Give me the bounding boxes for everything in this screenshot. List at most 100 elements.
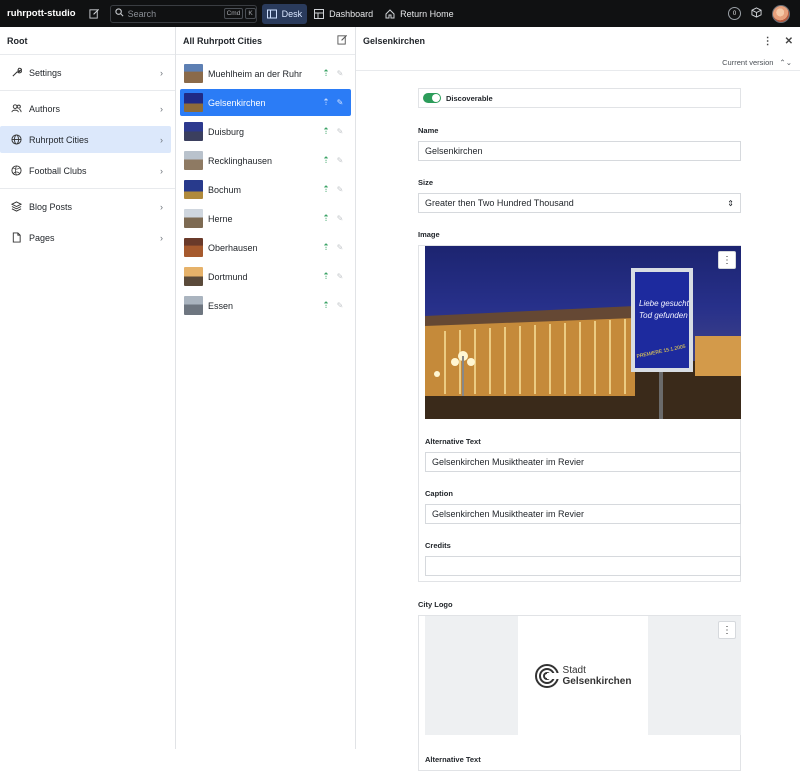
compose-icon[interactable]	[88, 7, 102, 21]
nav-dashboard-button[interactable]: Dashboard	[309, 4, 378, 24]
discoverable-label: Discoverable	[446, 93, 493, 103]
list-item[interactable]: Duisburg ⇡ ✎	[180, 118, 351, 145]
caption-input[interactable]: Gelsenkirchen Musiktheater im Revier	[425, 504, 741, 524]
city-name: Essen	[208, 300, 234, 311]
document-header: Gelsenkirchen ⋮ ✕	[356, 27, 800, 55]
package-icon[interactable]	[751, 7, 762, 20]
city-name: Duisburg	[208, 126, 245, 137]
stack-icon	[10, 201, 22, 213]
search-box[interactable]: Cmd K	[109, 4, 257, 23]
menu-item-football-clubs[interactable]: Football Clubs ›	[0, 157, 171, 184]
create-document-icon[interactable]	[337, 34, 348, 47]
city-thumbnail	[184, 238, 203, 257]
document-form: Discoverable Name Gelsenkirchen Size Gre…	[418, 88, 741, 771]
name-input[interactable]: Gelsenkirchen	[418, 141, 741, 161]
credits-input[interactable]	[425, 556, 741, 576]
city-thumbnail	[184, 93, 203, 112]
list-item[interactable]: Recklinghausen ⇡ ✎	[180, 147, 351, 174]
image-menu-button[interactable]: ⋮	[718, 251, 736, 269]
top-bar: ruhrpott-studio Cmd K Desk Dashboard Ret…	[0, 0, 800, 27]
nav-return-home-button[interactable]: Return Home	[380, 4, 459, 24]
menu-item-authors[interactable]: Authors ›	[0, 95, 171, 122]
pencil-icon: ✎	[336, 214, 344, 223]
city-logo-label: City Logo	[418, 600, 453, 609]
logo-text-line1: Stadt	[562, 664, 586, 676]
list-item[interactable]: Oberhausen ⇡ ✎	[180, 234, 351, 261]
list-item[interactable]: Essen ⇡ ✎	[180, 292, 351, 319]
city-name: Gelsenkirchen	[208, 97, 266, 108]
city-thumbnail	[184, 296, 203, 315]
chevron-right-icon: ›	[160, 165, 163, 176]
menu-item-ruhrpott-cities[interactable]: Ruhrpott Cities ›	[0, 126, 171, 153]
version-selector[interactable]: Current version ⌃⌄	[356, 55, 800, 71]
list-item[interactable]: Gelsenkirchen ⇡ ✎	[180, 89, 351, 116]
caption-label: Caption	[425, 489, 453, 498]
globe-icon	[10, 134, 22, 146]
published-icon: ⇡	[322, 213, 330, 223]
menu-item-settings-label: Settings	[29, 67, 62, 78]
logo-menu-button[interactable]: ⋮	[718, 621, 736, 639]
close-icon[interactable]: ✕	[785, 36, 793, 47]
nav-desk-button[interactable]: Desk	[261, 3, 308, 24]
shortcut-hint: Cmd K	[223, 8, 256, 19]
list-item[interactable]: Bochum ⇡ ✎	[180, 176, 351, 203]
city-name: Dortmund	[208, 271, 248, 282]
user-avatar[interactable]	[772, 4, 790, 23]
version-label: Current version	[722, 58, 774, 67]
chevron-right-icon: ›	[160, 103, 163, 114]
size-label: Size	[418, 178, 434, 187]
discoverable-field[interactable]: Discoverable	[418, 88, 741, 108]
menu-item-football-clubs-label: Football Clubs	[29, 165, 87, 176]
root-pane-title: Root	[0, 27, 175, 55]
cities-list-pane: All Ruhrpott Cities Muehlheim an der Ruh…	[176, 27, 356, 749]
chevron-right-icon: ›	[160, 232, 163, 243]
search-input[interactable]	[127, 8, 224, 19]
logo-alt-label: Alternative Text	[425, 755, 481, 764]
list-item[interactable]: Herne ⇡ ✎	[180, 205, 351, 232]
name-label: Name	[418, 126, 439, 135]
image-label: Image	[418, 230, 440, 239]
list-item[interactable]: Muehlheim an der Ruhr ⇡ ✎	[180, 60, 351, 87]
pencil-icon: ✎	[336, 243, 344, 252]
desk-icon	[266, 9, 277, 18]
published-icon: ⇡	[322, 271, 330, 281]
menu-item-blog-posts[interactable]: Blog Posts ›	[0, 193, 171, 220]
poster-text-line1: Liebe gesucht	[639, 299, 690, 308]
discoverable-toggle[interactable]	[423, 93, 441, 103]
city-image[interactable]: Liebe gesucht Tod gefunden PREMIERE 15.1…	[425, 246, 741, 419]
list-pane-header: All Ruhrpott Cities	[176, 27, 355, 55]
published-icon: ⇡	[322, 242, 330, 252]
nav-return-home-label: Return Home	[400, 8, 454, 19]
city-logo-image[interactable]: Stadt Gelsenkirchen ⋮	[425, 616, 741, 735]
menu-divider	[0, 188, 175, 189]
published-icon: ⇡	[322, 68, 330, 78]
menu-item-settings[interactable]: Settings ›	[0, 59, 171, 86]
city-thumbnail	[184, 209, 203, 228]
notification-badge[interactable]: 0	[728, 7, 741, 20]
updown-chevron-icon: ⌃⌄	[779, 58, 792, 67]
chevron-right-icon: ›	[160, 67, 163, 78]
document-icon	[10, 232, 22, 244]
city-name: Oberhausen	[208, 242, 258, 253]
list-item[interactable]: Dortmund ⇡ ✎	[180, 263, 351, 290]
menu-item-pages[interactable]: Pages ›	[0, 224, 171, 251]
city-thumbnail	[184, 151, 203, 170]
published-icon: ⇡	[322, 126, 330, 136]
size-select[interactable]: Greater then Two Hundred Thousand ⇕	[418, 193, 741, 213]
city-thumbnail	[184, 180, 203, 199]
document-pane: Gelsenkirchen ⋮ ✕ Current version ⌃⌄ Dis…	[356, 27, 800, 771]
city-name: Recklinghausen	[208, 155, 273, 166]
chevron-right-icon: ›	[160, 201, 163, 212]
pencil-icon: ✎	[336, 127, 344, 136]
dashboard-icon	[314, 8, 325, 19]
shortcut-key-k: K	[245, 8, 256, 19]
more-options-icon[interactable]: ⋮	[763, 36, 773, 47]
menu-item-blog-posts-label: Blog Posts	[29, 201, 73, 212]
studio-name[interactable]: ruhrpott-studio	[7, 8, 76, 19]
pencil-icon: ✎	[336, 98, 344, 107]
chevron-right-icon: ›	[160, 134, 163, 145]
published-icon: ⇡	[322, 300, 330, 310]
poster-text-line2: Tod gefunden	[639, 311, 688, 320]
city-thumbnail	[184, 64, 203, 83]
image-alt-input[interactable]: Gelsenkirchen Musiktheater im Revier	[425, 452, 741, 472]
